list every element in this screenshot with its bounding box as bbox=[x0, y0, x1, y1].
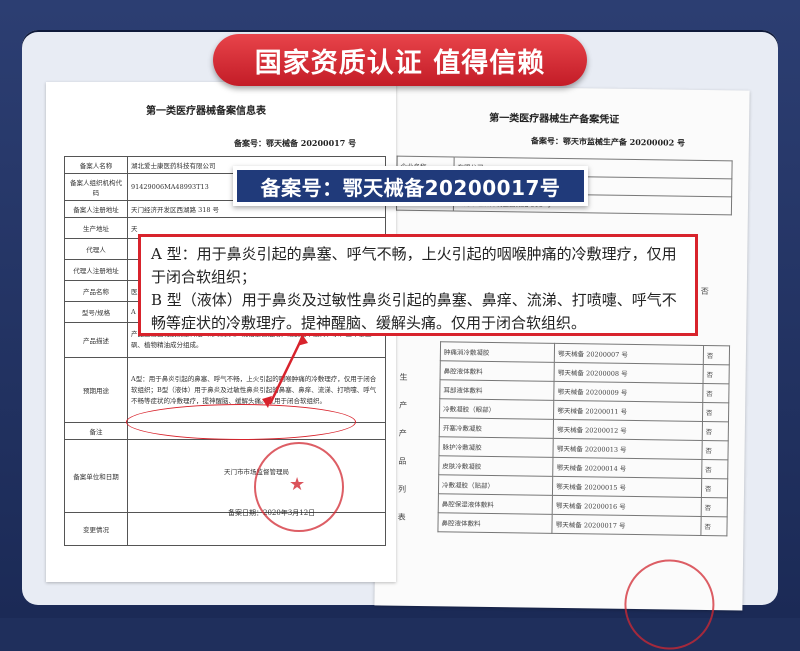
cell-label: 备案单位和日期 bbox=[64, 439, 128, 513]
banner-title: 国家资质认证 值得信赖 bbox=[213, 34, 587, 86]
record-number-badge: 备案号：鄂天械备20200017号 bbox=[233, 166, 588, 206]
product-flag: 否 bbox=[702, 383, 730, 403]
table-row: 变更情况 bbox=[64, 512, 386, 546]
product-record-no: 鄂天械备 20200014 号 bbox=[552, 457, 702, 479]
product-flag: 否 bbox=[702, 421, 729, 441]
intended-use-callout: A 型：用于鼻炎引起的鼻塞、呼气不畅，上火引起的咽喉肿痛的冷敷理疗，仅用于闭合软… bbox=[138, 234, 698, 336]
product-name: 耳部液体敷料 bbox=[439, 379, 555, 401]
callout-type-a: A 型：用于鼻炎引起的鼻塞、呼气不畅，上火引起的咽喉肿痛的冷敷理疗，仅用于闭合软… bbox=[151, 245, 677, 286]
cell-label: 型号/规格 bbox=[64, 301, 128, 323]
product-record-no: 鄂天械备 20200011 号 bbox=[553, 400, 703, 422]
column-flag: 否 bbox=[700, 286, 709, 297]
product-record-no: 鄂天械备 20200013 号 bbox=[553, 438, 703, 460]
product-name: 肿痛消冷敷凝胶 bbox=[440, 341, 555, 363]
product-name: 鼻腔液体敷料 bbox=[440, 360, 555, 382]
product-name: 冷敷凝胶（眼部） bbox=[439, 398, 555, 420]
certificate-title: 第一类医疗器械生产备案凭证 bbox=[489, 112, 620, 126]
product-flag: 否 bbox=[703, 345, 730, 365]
product-flag: 否 bbox=[702, 402, 729, 422]
product-name: 冷敷凝胶（贴部） bbox=[438, 474, 553, 496]
product-list-side-label: 生产产品列表 bbox=[397, 372, 408, 522]
product-name: 皮肤冷敷凝胶 bbox=[438, 455, 554, 477]
cell-label: 备案人名称 bbox=[64, 156, 128, 174]
form-title: 第一类医疗器械备案信息表 bbox=[146, 106, 266, 117]
product-flag: 否 bbox=[701, 440, 729, 460]
cell-label: 生产地址 bbox=[64, 217, 128, 239]
cell-label: 变更情况 bbox=[64, 512, 128, 546]
product-record-no: 鄂天械备 20200016 号 bbox=[552, 495, 702, 517]
cell-label: 备案人组织机构代码 bbox=[64, 173, 128, 201]
cell-label: 产品名称 bbox=[64, 280, 128, 302]
highlight-oval bbox=[126, 404, 356, 440]
official-seal-stamp bbox=[623, 558, 716, 651]
product-record-no: 鄂天械备 20200009 号 bbox=[554, 381, 703, 403]
production-certificate-document: 第一类医疗器械生产备案凭证 备案号：鄂天市监械生产备 20200002 号 企业… bbox=[374, 85, 750, 651]
product-record-no: 鄂天械备 20200015 号 bbox=[552, 476, 702, 498]
product-flag: 否 bbox=[700, 516, 728, 536]
official-seal-stamp: ★ bbox=[254, 442, 344, 532]
record-number-text: 备案号：鄂天械备20200017号 bbox=[237, 170, 584, 202]
cell-label: 预期用途 bbox=[64, 357, 128, 423]
form-record-number: 备案号：鄂天械备 20200017 号 bbox=[234, 138, 357, 148]
seal-star-icon: ★ bbox=[289, 474, 306, 495]
product-flag: 否 bbox=[701, 497, 728, 517]
cell-label: 代理人注册地址 bbox=[64, 259, 128, 281]
product-record-no: 鄂天械备 20200008 号 bbox=[554, 362, 704, 384]
cell-label: 代理人 bbox=[64, 238, 128, 260]
product-list-table: 肿痛消冷敷凝胶 鄂天械备 20200007 号否 鼻腔液体敷料 鄂天械备 20200… bbox=[437, 341, 730, 536]
product-record-no: 鄂天械备 20200007 号 bbox=[554, 343, 704, 365]
cell-label: 备案人注册地址 bbox=[64, 200, 128, 218]
certificate-record-number: 备案号：鄂天市监械生产备 20200002 号 bbox=[530, 135, 686, 148]
cell-label: 产品描述 bbox=[64, 322, 128, 358]
product-flag: 否 bbox=[701, 478, 728, 498]
product-flag: 否 bbox=[701, 459, 728, 479]
product-name: 鼻腔液体敷料 bbox=[437, 512, 553, 534]
product-flag: 否 bbox=[702, 364, 730, 384]
product-record-no: 鄂天械备 20200012 号 bbox=[553, 419, 703, 441]
callout-type-b: B 型（液体）用于鼻炎及过敏性鼻炎引起的鼻塞、鼻痒、流涕、打喷嚏、呼气不畅等症状… bbox=[151, 291, 677, 332]
product-name: 开塞冷敷凝胶 bbox=[439, 417, 554, 439]
cell-label: 备注 bbox=[64, 422, 128, 440]
product-name: 脉护冷敷凝胶 bbox=[438, 436, 554, 458]
table-row: 鼻腔液体敷料 鄂天械备 20200017 号否 bbox=[437, 512, 728, 536]
product-name: 鼻腔保湿液体敷料 bbox=[438, 493, 553, 515]
product-record-no: 鄂天械备 20200017 号 bbox=[552, 514, 702, 536]
